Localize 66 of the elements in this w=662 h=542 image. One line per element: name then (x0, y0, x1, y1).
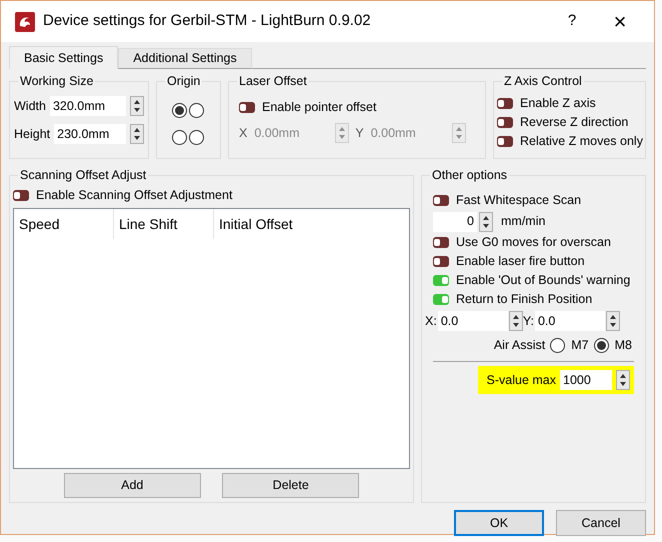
table-action-button[interactable]: Add (64, 473, 201, 498)
spin-buttons[interactable] (479, 212, 493, 232)
dialog-button[interactable]: Cancel (556, 510, 646, 536)
tab[interactable]: Basic Settings (9, 46, 118, 69)
column-header[interactable]: Initial Offset (214, 209, 314, 239)
toggle-switch[interactable] (433, 275, 449, 286)
number-field[interactable]: 1000 (560, 370, 612, 390)
field-label: X (239, 124, 248, 142)
number-field[interactable]: 230.0mm (54, 124, 126, 144)
toggle-label: Relative Z moves only (520, 133, 643, 150)
toggle-switch[interactable] (497, 117, 513, 128)
toggle-switch[interactable] (433, 237, 449, 248)
toggle-switch[interactable] (433, 294, 449, 305)
toggle-switch[interactable] (497, 98, 513, 109)
toggle-switch[interactable] (13, 190, 29, 201)
unit-label: mm/min (501, 213, 546, 230)
help-button[interactable]: ? (552, 10, 592, 33)
toggle-switch[interactable] (239, 102, 255, 113)
field-label: Width (14, 98, 46, 115)
field-label: S-value max (486, 372, 556, 389)
toggle-switch[interactable] (433, 195, 449, 206)
field-label: Height (14, 126, 50, 143)
spin-buttons[interactable] (508, 311, 523, 331)
field-label: X: (425, 312, 437, 330)
field-label: Y: (522, 312, 534, 330)
toggle-label: Enable 'Out of Bounds' warning (456, 272, 630, 290)
toggle-label: Reverse Z direction (520, 114, 628, 132)
column-header[interactable]: Speed (14, 209, 114, 239)
radio-button[interactable] (172, 130, 187, 145)
app-logo-icon (15, 12, 35, 32)
window-title: Device settings for Gerbil-STM - LightBurn 0.9.02 (43, 11, 372, 32)
group-title: Origin (165, 73, 202, 89)
toggle-label: Enable Scanning Offset Adjustment (36, 187, 232, 204)
radio-label: M7 (571, 336, 589, 354)
field-label: Y (355, 124, 364, 142)
number-field[interactable]: 0.0 (534, 311, 605, 331)
radio-button[interactable] (594, 338, 609, 352)
number-field[interactable]: 0 (433, 212, 477, 232)
close-button[interactable]: × (600, 5, 640, 38)
toggle-label: Fast Whitespace Scan (456, 192, 582, 210)
group-title: Working Size (18, 73, 96, 89)
table-action-button[interactable]: Delete (222, 473, 360, 498)
radio-label: M8 (614, 336, 632, 354)
toggle-switch[interactable] (497, 136, 513, 147)
spin-buttons[interactable] (130, 96, 144, 116)
toggle-label: Return to Finish Position (456, 291, 592, 308)
spin-buttons[interactable] (130, 124, 144, 144)
tab[interactable]: Additional Settings (118, 48, 252, 69)
number-field[interactable]: 0.0 (438, 311, 508, 331)
spin-buttons[interactable] (616, 370, 630, 390)
radio-button[interactable] (172, 103, 187, 118)
toggle-switch[interactable] (433, 256, 449, 267)
radio-button[interactable] (550, 338, 566, 352)
group-title: Scanning Offset Adjust (18, 167, 148, 183)
toggle-label: Use G0 moves for overscan (456, 234, 611, 252)
toggle-label: Enable pointer offset (262, 99, 376, 116)
air-assist-label: Air Assist (494, 336, 546, 354)
toggle-label: Enable Z axis (520, 95, 596, 112)
number-field[interactable]: 320.0mm (50, 96, 126, 116)
radio-button[interactable] (188, 103, 204, 118)
spin-buttons[interactable] (606, 311, 620, 331)
radio-button[interactable] (188, 130, 204, 145)
group-title: Other options (430, 167, 510, 183)
dialog-button[interactable]: OK (454, 510, 544, 536)
column-header[interactable]: Line Shift (114, 209, 214, 239)
toggle-label: Enable laser fire button (456, 253, 585, 270)
